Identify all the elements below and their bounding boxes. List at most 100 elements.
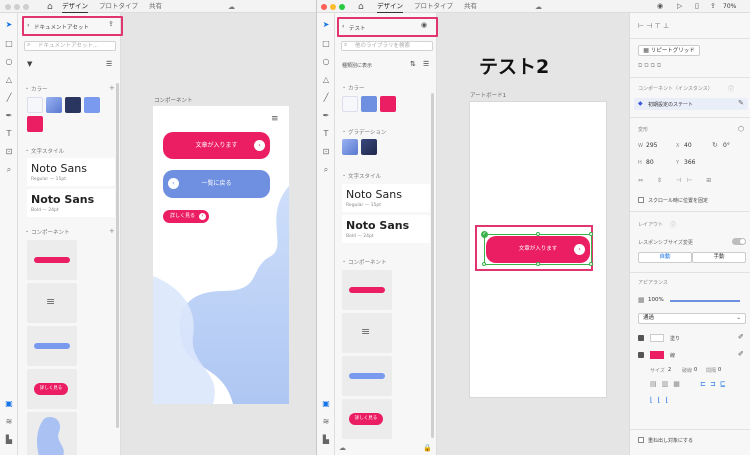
tab-design[interactable]: デザイン [62,0,88,13]
component-thumb[interactable] [27,412,77,455]
text-icon[interactable]: T [4,129,14,139]
filter-icon[interactable]: ▼ [27,60,32,68]
color-swatch[interactable] [361,96,377,112]
home-icon[interactable]: ⌂ [358,2,364,12]
close-dot-icon[interactable] [5,3,11,10]
zoom-icon[interactable]: ⌕ [321,165,331,175]
color-swatch[interactable] [65,97,81,113]
chevron-down-icon[interactable]: ⌄ [342,128,346,134]
close-dot-icon[interactable] [321,3,327,10]
opacity-slider[interactable] [670,300,740,302]
add-icon[interactable]: + [109,84,115,92]
share-icon[interactable]: ⇪ [710,2,716,10]
fill-checkbox[interactable] [638,335,644,341]
color-swatch[interactable] [27,116,43,132]
more-button[interactable]: 詳しく見る › [163,210,209,223]
primary-button[interactable]: 文章が入ります › [163,132,270,159]
menu-icon[interactable]: ≡ [271,114,279,124]
line-icon[interactable]: ╱ [321,93,331,103]
boolean-ops-icons[interactable]: ⧉⧉⧉⧉ [638,62,663,70]
tab-share[interactable]: 共有 [464,0,477,13]
gradient-swatch[interactable] [361,139,377,155]
component-thumb[interactable]: ≡ [342,313,392,353]
color-swatch[interactable] [342,96,358,112]
overlap-checkbox[interactable] [638,437,644,443]
sort-icon[interactable]: ⇅ [410,60,416,68]
cloud-icon[interactable]: ☁ [228,3,235,11]
minimize-dot-icon[interactable] [14,3,20,10]
minimize-dot-icon[interactable] [330,3,336,10]
component-thumb[interactable] [342,270,392,310]
tab-prototype[interactable]: プロトタイプ [414,0,453,13]
polygon-icon[interactable]: △ [321,75,331,85]
chevron-down-icon[interactable]: ⌄ [342,172,346,178]
edit-icon[interactable]: ✎ [738,99,744,107]
dash-value[interactable]: 0 [694,367,697,373]
x-input[interactable]: 40 [684,142,692,149]
back-button[interactable]: ‹ 一覧に戻る [163,170,270,198]
color-swatch[interactable] [27,97,43,113]
tab-prototype[interactable]: プロトタイプ [99,0,138,13]
fill-swatch[interactable] [650,334,664,342]
ellipse-icon[interactable]: ○ [321,57,331,67]
user-library-icon[interactable]: ◉ [421,21,427,29]
3d-transform-icon[interactable]: ⬡ [738,125,744,133]
line-icon[interactable]: ╱ [4,93,14,103]
artboard-icon[interactable]: ⊡ [321,147,331,157]
user-icon[interactable]: ◉ [657,2,663,10]
rectangle-icon[interactable]: □ [321,39,331,49]
plugins-icon[interactable]: ▙ [4,435,14,445]
align-icons[interactable]: ⊢ ⊣ ⊤ ⊥ [638,22,669,30]
scrollbar[interactable] [116,83,119,428]
gap-value[interactable]: 0 [718,367,721,373]
blend-mode-dropdown[interactable]: 通過 ⌄ [638,313,746,324]
gradient-swatch[interactable] [342,139,358,155]
chevron-down-icon[interactable]: ⌄ [25,228,29,234]
home-icon[interactable]: ⌂ [47,2,53,12]
size-value[interactable]: 2 [668,367,671,373]
char-style-card[interactable]: Noto Sans Bold — 24pt [27,189,115,217]
h-input[interactable]: 80 [646,159,654,166]
ellipse-icon[interactable]: ○ [4,57,14,67]
resize-handle[interactable] [482,262,486,266]
repeat-grid-button[interactable]: ▦ リピートグリッド [638,45,700,56]
layers-icon[interactable]: ≋ [4,417,14,427]
share-icon[interactable]: ⇪ [108,20,114,28]
w-input[interactable]: 295 [646,142,657,149]
select-icon[interactable]: ➤ [321,20,331,30]
tab-share[interactable]: 共有 [149,0,162,13]
component-thumb[interactable]: ≡ [27,283,77,323]
assets-icon[interactable]: ▣ [4,399,14,409]
artboard[interactable]: ✓ 文章が入ります › [469,101,607,398]
back-chevron-icon[interactable]: ‹ [27,22,29,29]
selected-button[interactable]: 文章が入ります › [486,236,590,263]
zoom-level[interactable]: 70% [723,3,736,10]
y-input[interactable]: 366 [684,159,695,166]
search-input[interactable]: 他のライブラリを検索 [341,41,433,51]
scrollbar[interactable] [431,93,434,438]
component-artboard[interactable]: ≡ 文章が入ります › ‹ 一覧に戻る 詳しく見る › [153,106,289,404]
eyedropper-icon[interactable]: ✐ [738,333,744,341]
color-swatch[interactable] [84,97,100,113]
back-chevron-icon[interactable]: ‹ [342,23,344,30]
search-input[interactable]: ドキュメントアセット... [24,41,116,51]
responsive-toggle[interactable] [732,238,746,245]
color-swatch[interactable] [380,96,396,112]
filter-dropdown[interactable]: 種類別に表示 [342,62,372,69]
color-swatch[interactable] [46,97,62,113]
component-thumb[interactable]: 詳しく見る [27,369,77,409]
add-icon[interactable]: + [109,227,115,235]
lock-icon[interactable]: 🔒 [423,444,432,452]
resize-handle[interactable] [589,232,593,236]
plugins-icon[interactable]: ▙ [321,435,331,445]
resize-handle[interactable] [589,262,593,266]
assets-icon[interactable]: ▣ [321,399,331,409]
component-thumb[interactable] [342,356,392,396]
eyedropper-icon[interactable]: ✐ [738,350,744,358]
char-style-card[interactable]: Noto Sans Regular — 15pt [342,184,430,212]
state-row[interactable]: ◆ 初期設定のステート ✎ [634,98,748,110]
zoom-dot-icon[interactable] [339,3,345,10]
manual-button[interactable]: 手動 [692,252,746,263]
artboard-icon[interactable]: ⊡ [4,147,14,157]
pen-icon[interactable]: ✒ [4,111,14,121]
